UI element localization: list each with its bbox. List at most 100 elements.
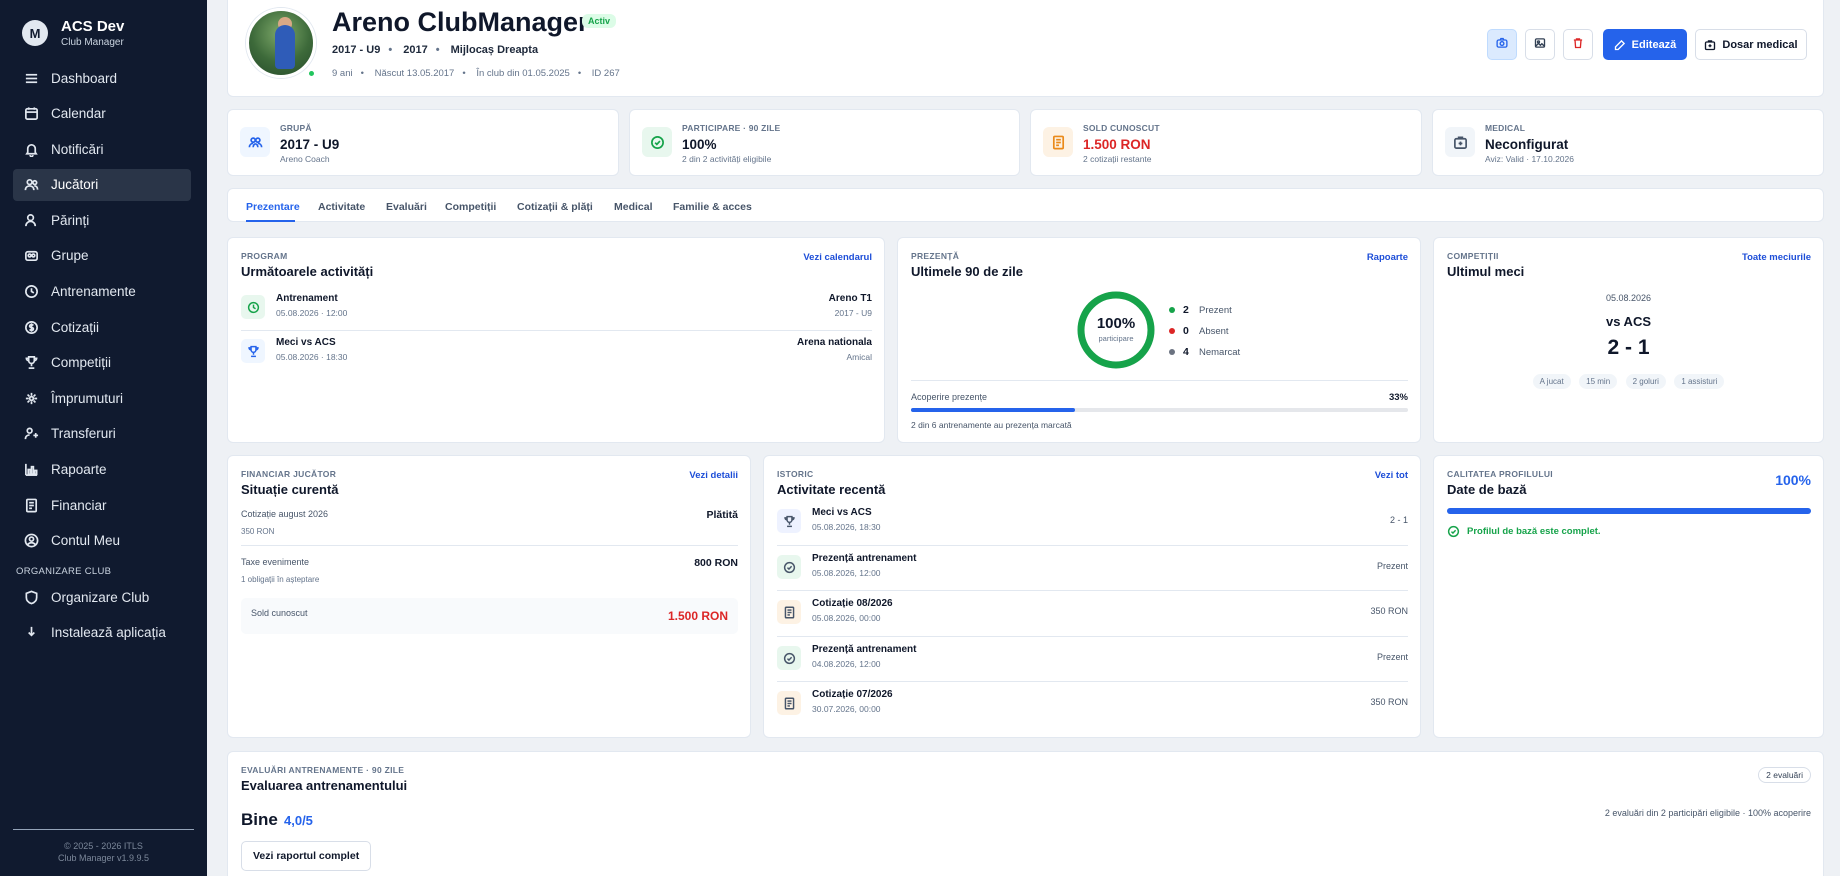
view-full-report-button[interactable]: Vezi raportul complet [241,841,372,871]
sidebar-item-competitions[interactable]: Competiții [13,347,191,379]
all-matches-link[interactable]: Toate meciurile [1742,252,1811,263]
tab-medical[interactable]: Medical [614,201,653,213]
brand[interactable]: M ACS Dev Club Manager [0,0,207,50]
section-label: EVALUĂRI ANTRENAMENTE · 90 ZILE [241,765,405,775]
match-stats: A jucat 15 min 2 goluri 1 assisturi [1434,371,1823,389]
tab-family-access[interactable]: Familie & acces [673,201,752,213]
list-item[interactable]: Antrenament 05.08.2026 · 12:00 Areno T1 … [241,286,872,330]
rating-word: Bine [241,810,278,829]
player-id: ID 267 [591,68,620,79]
section-label: FINANCIAR JUCĂTOR [241,469,337,479]
camera-icon [1496,37,1508,52]
recent-activity-card: ISTORIC Activitate recentă Vezi tot Meci… [763,455,1421,738]
list-item[interactable]: Cotizație 07/2026 30.07.2026, 00:00 350 … [777,682,1408,726]
medical-file-button[interactable]: Dosar medical [1695,29,1807,60]
player-header: Areno ClubManager Activ 2017 - U9 • 2017 •… [227,0,1824,97]
list-item[interactable]: Meci vs ACS 05.08.2026 · 18:30 Arena nat… [241,330,872,374]
fee-detail: 1 obligații în așteptare [241,575,320,584]
tab-evaluations[interactable]: Evaluări [386,201,427,213]
copyright: © 2025 - 2026 ITLS [64,841,143,851]
tab-fees-payments[interactable]: Cotizații & plăți [517,201,593,213]
history-value: Prezent [1376,652,1408,662]
brand-subtitle: Club Manager [61,37,124,48]
stat-card-group[interactable]: GRUPĂ 2017 - U9 Areno Coach [227,109,619,176]
trophy-icon [23,355,39,371]
coverage-value: 33% [1388,392,1408,403]
receipt-icon [23,497,39,513]
section-title: Activitate recentă [777,482,886,497]
sidebar-item-install-app[interactable]: Instalează aplicația [13,617,191,649]
sidebar-item-notifications[interactable]: Notificări [13,133,191,165]
stat-card-attendance[interactable]: PARTICIPARE · 90 ZILE 100% 2 din 2 activ… [629,109,1020,176]
evaluation-count-badge: 2 evaluări [1758,767,1811,783]
list-item[interactable]: Meci vs ACS 05.08.2026, 18:30 2 - 1 [777,500,1408,544]
tab-competitions[interactable]: Competiții [445,201,496,213]
match-score: 2 - 1 [1607,336,1650,359]
stat-subtext: Areno Coach [280,154,330,164]
attendance-percent: 100% [1096,315,1136,332]
match-chip-goals: 2 goluri [1625,374,1666,389]
stat-value: 1.500 RON [1083,137,1151,152]
reports-link[interactable]: Rapoarte [1367,252,1408,263]
legend-unmarked: 4 Nemarcat [1169,346,1240,358]
medical-kit-icon [1445,127,1475,157]
sidebar-item-label: Organizare Club [51,589,150,605]
sidebar-item-club-organization[interactable]: Organizare Club [13,581,191,613]
stat-label: PARTICIPARE · 90 ZILE [682,123,781,133]
sidebar-item-label: Rapoarte [51,462,107,478]
stat-label: GRUPĂ [280,123,312,133]
sidebar-item-dashboard[interactable]: Dashboard [13,62,191,94]
tab-activity[interactable]: Activitate [318,201,365,213]
photo-button[interactable] [1487,29,1517,60]
bell-icon [23,141,39,157]
sidebar-item-calendar[interactable]: Calendar [13,98,191,130]
gallery-button[interactable] [1525,29,1555,60]
sidebar-item-players[interactable]: Jucători [13,168,191,201]
coverage-label: Acoperire prezențe [911,392,988,402]
view-details-link[interactable]: Vezi detalii [689,470,738,481]
stat-card-balance[interactable]: SOLD CUNOSCUT 1.500 RON 2 cotizații rest… [1030,109,1422,176]
section-title: Date de bază [1447,482,1527,497]
sidebar-item-label: Contul Meu [51,533,121,549]
clock-icon [241,295,265,319]
history-date: 30.07.2026, 00:00 [812,704,881,714]
profile-complete-message: Profilul de bază este complet. [1447,525,1601,538]
edit-button[interactable]: Editează [1603,29,1687,60]
medical-kit-icon [1704,39,1716,51]
sidebar-item-my-account[interactable]: Contul Meu [13,525,191,557]
sidebar-item-label: Cotizații [51,319,100,335]
history-value: 2 - 1 [1389,515,1408,525]
attendance-caption: participare [1098,334,1134,343]
sidebar-item-parents[interactable]: Părinți [13,204,191,236]
list-item[interactable]: Prezență antrenament 04.08.2026, 12:00 P… [777,637,1408,681]
list-item[interactable]: Cotizație 08/2026 05.08.2026, 00:00 350 … [777,591,1408,635]
history-date: 05.08.2026, 12:00 [812,568,881,578]
sidebar-item-financial[interactable]: Financiar [13,489,191,521]
balance-label: Sold cunoscut [251,608,308,618]
sidebar-item-reports[interactable]: Rapoarte [13,454,191,486]
view-calendar-link[interactable]: Vezi calendarul [803,252,872,263]
section-title: Ultimul meci [1447,264,1525,279]
stat-card-medical[interactable]: MEDICAL Neconfigurat Aviz: Valid · 17.10… [1432,109,1824,176]
view-all-link[interactable]: Vezi tot [1375,470,1408,481]
player-position: Mijlocaș Dreapta [450,44,539,56]
sidebar-section-label: ORGANIZARE CLUB [16,566,112,578]
check-circle-icon [1447,525,1460,538]
transfer-icon [23,426,39,442]
stat-subtext: 2 cotizații restante [1083,154,1152,164]
sidebar-footer: © 2025 - 2026 ITLS Club Manager v1.9.9.5 [13,829,194,864]
match-chip-played: A jucat [1532,374,1571,389]
page-title: Areno ClubManager [332,7,589,37]
tab-overview[interactable]: Prezentare [246,201,300,213]
delete-button[interactable] [1563,29,1593,60]
history-value: 350 RON [1370,697,1408,707]
edit-label: Editează [1631,38,1677,51]
sidebar-item-trainings[interactable]: Antrenamente [13,276,191,308]
sidebar-item-loans[interactable]: Împrumuturi [13,382,191,414]
stat-label: MEDICAL [1485,123,1526,133]
sidebar-item-fees[interactable]: Cotizații [13,311,191,343]
sidebar-item-label: Financiar [51,497,107,513]
list-item[interactable]: Prezență antrenament 05.08.2026, 12:00 P… [777,546,1408,590]
sidebar-item-groups[interactable]: Grupe [13,240,191,272]
sidebar-item-transfers[interactable]: Transferuri [13,418,191,450]
